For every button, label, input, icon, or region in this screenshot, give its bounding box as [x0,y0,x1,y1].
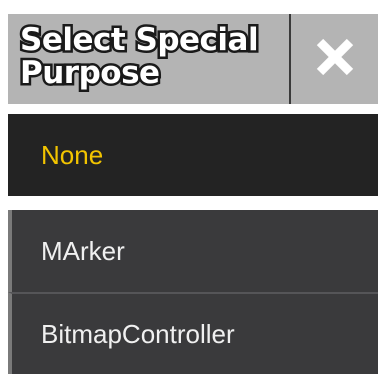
purpose-option-list: None MArker BitmapController [8,114,378,374]
dialog-title: Select Special Purpose [18,21,262,92]
option-bitmapcontroller[interactable]: BitmapController [8,292,378,374]
close-x-icon [313,35,357,83]
option-label: MArker [41,235,125,266]
option-label: None [41,139,104,170]
option-none[interactable]: None [8,114,378,196]
close-button[interactable] [291,14,378,104]
dialog-header: Select Special Purpose [8,14,378,104]
option-label: BitmapController [41,318,235,349]
option-marker[interactable]: MArker [8,210,378,292]
select-special-purpose-dialog: Select Special Purpose None MArker Bitma… [0,0,383,374]
